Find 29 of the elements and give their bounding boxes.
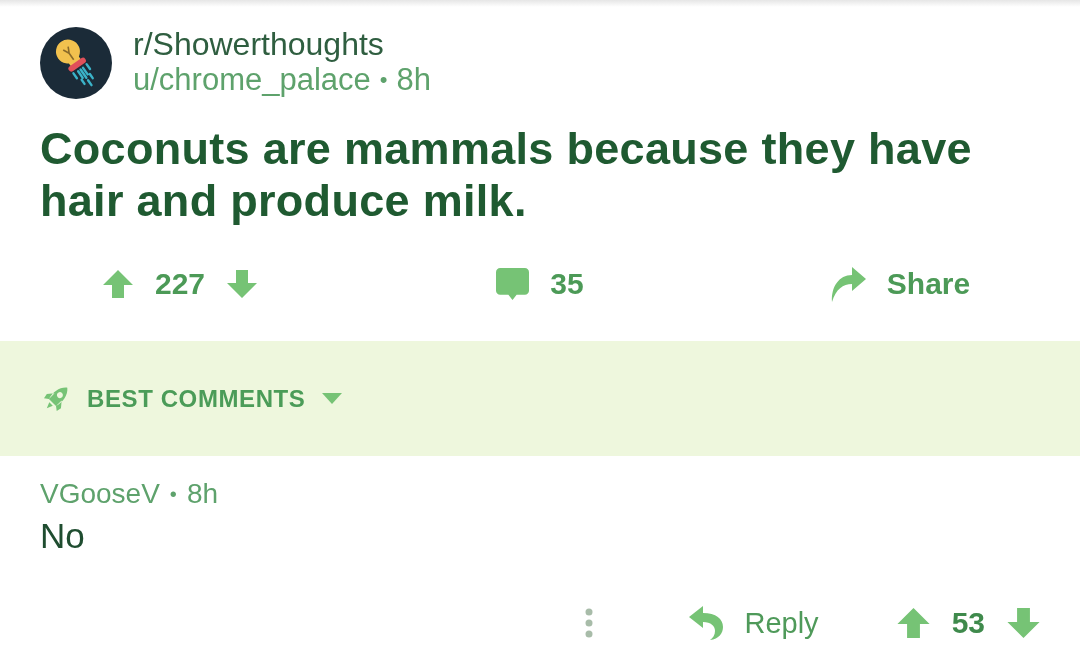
upvote-button[interactable] (896, 608, 930, 638)
upvote-button[interactable] (102, 270, 133, 298)
lightbulb-avatar-icon (40, 27, 112, 99)
reply-arrow-icon (689, 606, 724, 640)
comments-button[interactable]: 35 (496, 267, 584, 301)
share-button[interactable]: Share (829, 266, 971, 302)
post-title: Coconuts are mammals because they have hair and produce milk. (40, 123, 973, 227)
author-link[interactable]: u/chrome_palace (133, 61, 371, 99)
up-arrow-icon (102, 270, 133, 298)
caret-icon (322, 393, 343, 404)
reply-button[interactable]: Reply (689, 606, 819, 640)
up-arrow-icon (896, 608, 930, 638)
comment-age: 8h (186, 477, 219, 511)
share-arrow-icon (829, 266, 866, 302)
comment-author-link[interactable]: VGooseV (40, 476, 160, 512)
down-arrow-icon (227, 270, 258, 298)
post-age: 8h (396, 61, 431, 99)
sort-dropdown[interactable]: BEST COMMENTS (40, 382, 343, 415)
downvote-button[interactable] (227, 270, 258, 298)
vote-count: 227 (154, 267, 206, 301)
subreddit-link[interactable]: r/Showerthoughts (133, 27, 431, 61)
down-arrow-icon (1007, 608, 1040, 638)
speech-bubble-icon (496, 267, 530, 301)
separator-dot: • (169, 482, 177, 507)
vote-count: 53 (951, 606, 985, 640)
vertical-dots-icon (585, 608, 594, 638)
downvote-button[interactable] (1007, 608, 1040, 638)
comment-text: No (40, 515, 86, 557)
separator-dot: • (379, 66, 388, 94)
